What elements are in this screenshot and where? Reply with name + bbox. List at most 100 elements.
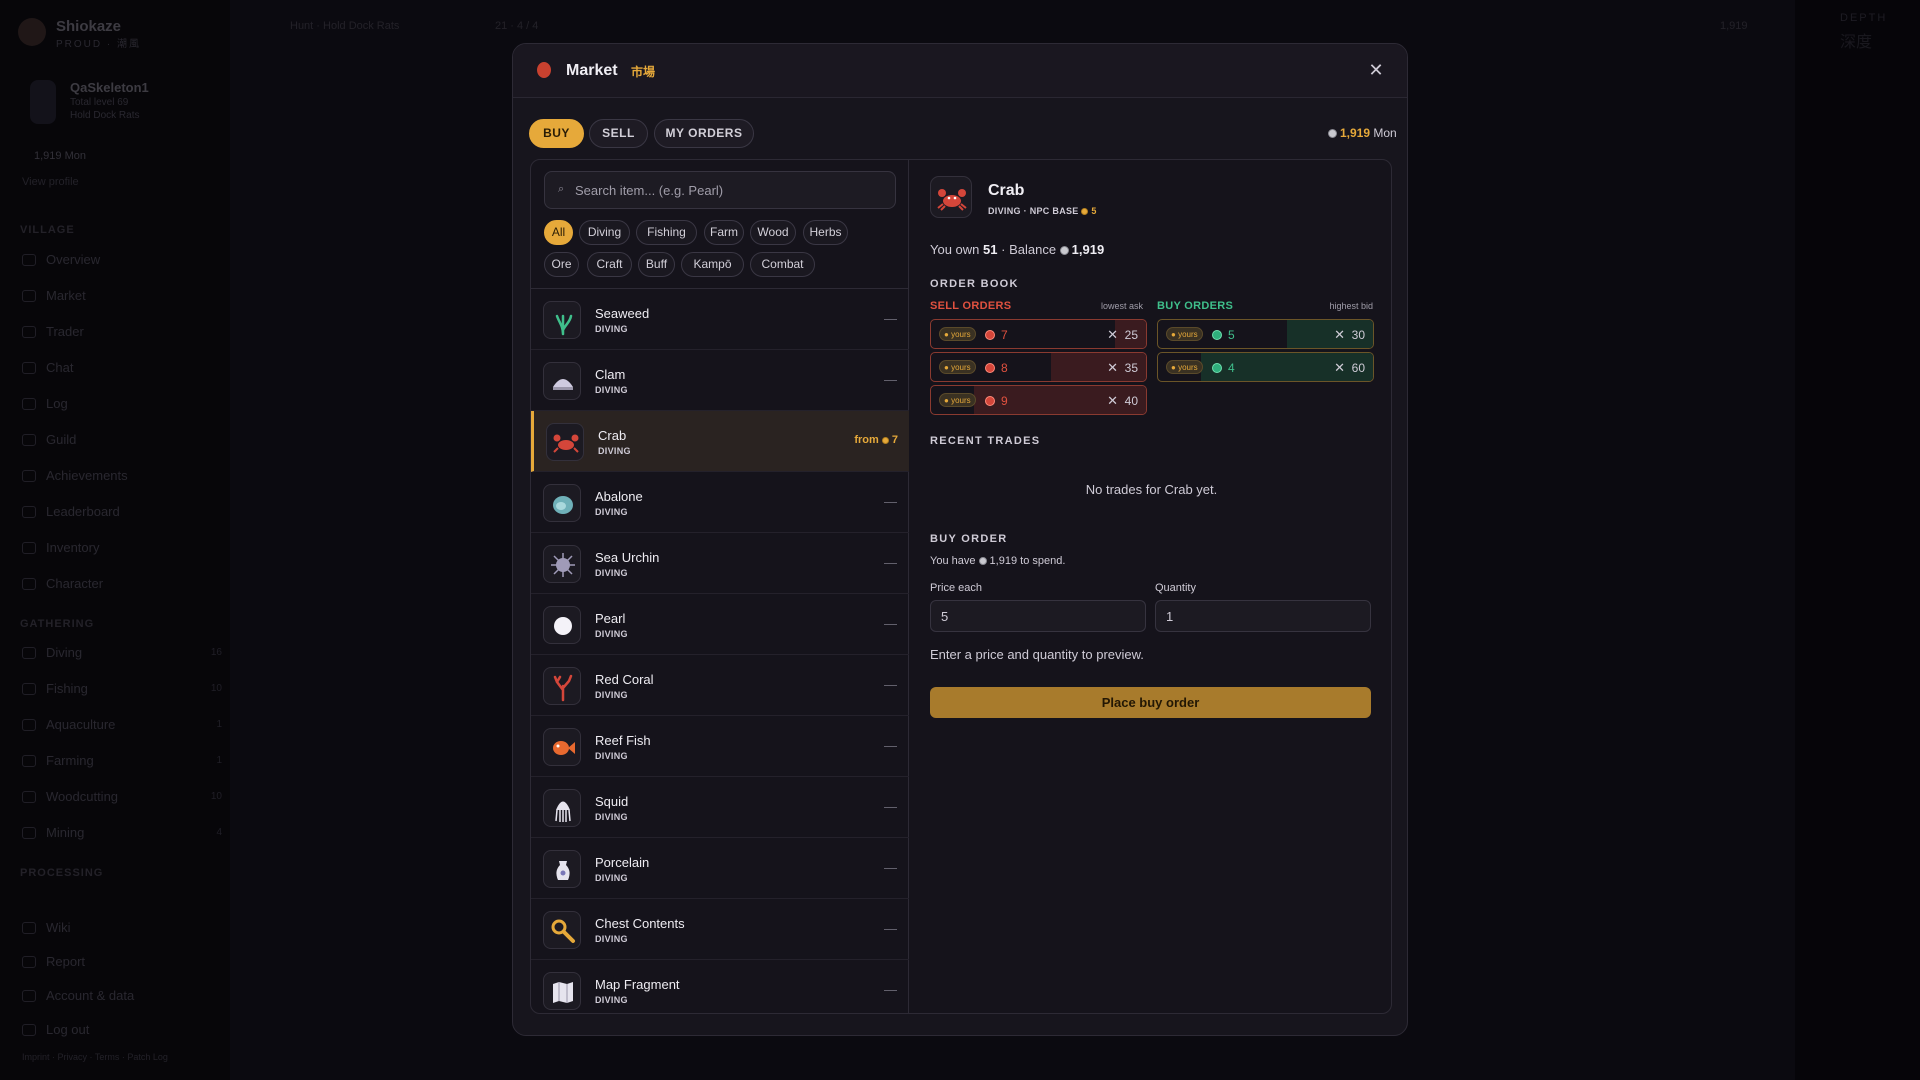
list-item[interactable]: Reef Fish DIVING — [531,716,909,777]
quantity-input[interactable] [1155,600,1371,632]
list-item[interactable]: Squid DIVING — [531,777,909,838]
filter-chip-diving[interactable]: Diving [579,220,630,245]
sidebar-item-label: Fishing [46,681,88,696]
order-price: 4 [1228,361,1235,375]
yours-badge: ● yours [1166,360,1203,374]
sidebar-item-label: Report [46,954,86,969]
list-item[interactable]: Pearl DIVING — [531,594,909,655]
sidebar-item-label: Overview [46,252,101,267]
sidebar-item-achievements[interactable]: Achievements [22,468,222,483]
sidebar-item-report[interactable]: Report [22,954,222,969]
price-input[interactable] [930,600,1146,632]
profile-card[interactable]: QaSkeleton1 Total level 69 Hold Dock Rat… [30,80,149,124]
list-item[interactable]: Seaweed DIVING — [531,289,909,350]
section-gathering: GATHERING [20,618,95,630]
times-icon: ✕ [1107,393,1118,408]
order-qty: 35 [1124,361,1138,375]
list-item[interactable]: Porcelain DIVING — [531,838,909,899]
sidebar-item-fishing[interactable]: Fishing 10 [22,681,222,696]
sidebar-item-trader[interactable]: Trader [22,324,222,339]
sidebar-item-label: Leaderboard [46,504,120,519]
times-icon: ✕ [1107,327,1118,342]
sidebar-item-aquaculture[interactable]: Aquaculture 1 [22,717,222,732]
avatar [30,80,56,124]
lowest-ask-label: lowest ask [1100,301,1143,311]
brand-name: Shiokaze [56,18,122,35]
sell-order-row[interactable]: ● yours 7 ✕ 25 [930,319,1147,349]
ownership-line: You own 51 · Balance 1,919 [930,242,1104,257]
order-price: 8 [1001,361,1008,375]
item-detail-panel: Crab DIVING · NPC BASE 5 You own 51 · Ba… [910,160,1391,1013]
list-item[interactable]: Abalone DIVING — [531,472,909,533]
footer-links[interactable]: Imprint · Privacy · Terms · Patch Log [22,1052,168,1062]
sidebar-item-inventory[interactable]: Inventory [22,540,222,555]
filter-chip-all[interactable]: All [544,220,573,245]
sidebar-item-wiki[interactable]: Wiki [22,920,222,935]
sidebar-item-leaderboard[interactable]: Leaderboard [22,504,222,519]
logo-icon [18,18,46,46]
filter-chip-farm[interactable]: Farm [704,220,744,245]
sell-order-row[interactable]: ● yours 8 ✕ 35 [930,352,1147,382]
sidebar-item-account-data[interactable]: Account & data [22,988,222,1003]
clam-icon [543,362,581,400]
filter-chip-buff[interactable]: Buff [638,252,675,277]
sidebar-item-woodcutting[interactable]: Woodcutting 10 [22,789,222,804]
order-book-heading: ORDER BOOK [930,278,1019,290]
filter-chip-combat[interactable]: Combat [750,252,815,277]
sidebar-item-label: Achievements [46,468,128,483]
item-category: DIVING [595,568,628,578]
close-icon[interactable]: ✕ [1363,57,1389,83]
filter-chip-craft[interactable]: Craft [587,252,632,277]
buy-order-row[interactable]: ● yours 4 ✕ 60 [1157,352,1374,382]
sidebar-item-chat[interactable]: Chat [22,360,222,375]
yours-badge: ● yours [939,327,976,341]
place-buy-order-button[interactable]: Place buy order [930,687,1371,718]
no-price: — [884,860,897,875]
coin-icon [1059,246,1069,255]
list-item[interactable]: Sea Urchin DIVING — [531,533,909,594]
sidebar-item-farming[interactable]: Farming 1 [22,753,222,768]
tab-sell[interactable]: SELL [589,119,648,148]
sidebar-item-log[interactable]: Log [22,396,222,411]
depth-bar [974,386,1146,414]
detail-name: Crab [988,182,1025,199]
item-name-pearl: Pearl [595,611,626,626]
sell-orders-heading: SELL ORDERS [930,300,1012,312]
sidebar-item-overview[interactable]: Overview [22,252,222,267]
filter-chip-herbs[interactable]: Herbs [803,220,848,245]
tab-buy[interactable]: BUY [529,119,584,148]
sidebar-item-log-out[interactable]: Log out [22,1022,222,1037]
filter-chip-wood[interactable]: Wood [750,220,796,245]
sell-order-row[interactable]: ● yours 9 ✕ 40 [930,385,1147,415]
buy-order-row[interactable]: ● yours 5 ✕ 30 [1157,319,1374,349]
list-item[interactable]: Map Fragment DIVING — [531,960,909,1013]
sidebar-item-mining[interactable]: Mining 4 [22,825,222,840]
sidebar-balance: 1,919 Mon [34,150,86,162]
detail-balance: 1,919 [1071,242,1105,257]
search-input[interactable] [575,172,885,208]
item-list-panel: ⌕ AllDivingFishing FarmWood Herbs Ore CraftB… [531,160,909,1013]
tab-my-orders[interactable]: MY ORDERS [654,119,754,148]
buy-order-heading: BUY ORDER [930,533,1008,545]
sidebar-item-label: Character [46,576,104,591]
nav-icon [22,469,36,482]
sidebar-item-guild[interactable]: Guild [22,432,222,447]
filter-chip-ore[interactable]: Ore [544,252,579,277]
filter-chip-kamp[interactable]: Kampō [681,252,744,277]
list-item[interactable]: Chest Contents DIVING — [531,899,909,960]
view-profile-link[interactable]: View profile [22,176,79,188]
item-category: DIVING [595,873,628,883]
active-quest[interactable]: Hunt · Hold Dock Rats [290,20,399,32]
sidebar-item-diving[interactable]: Diving 16 [22,645,222,660]
list-item[interactable]: Crab DIVING from 7 [531,411,909,472]
nav-icon [22,505,36,518]
list-item[interactable]: Clam DIVING — [531,350,909,411]
market-icon [537,62,551,78]
sidebar-item-count: 10 [210,683,222,694]
sidebar-item-market[interactable]: Market [22,288,222,303]
filter-chip-fishing[interactable]: Fishing [636,220,697,245]
sidebar-item-character[interactable]: Character [22,576,222,591]
balance-unit: Mon [1373,126,1397,140]
sidebar-item-label: Farming [46,753,94,768]
list-item[interactable]: Red Coral DIVING — [531,655,909,716]
